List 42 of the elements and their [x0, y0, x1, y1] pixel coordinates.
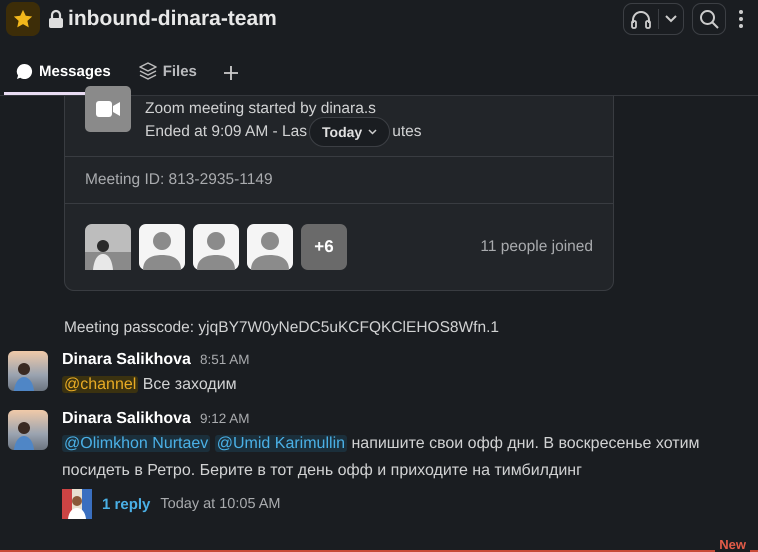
huddle-button[interactable]: [623, 3, 684, 35]
reply-count-link[interactable]: 1 reply: [102, 496, 150, 512]
message-text: @channel Все заходим: [62, 375, 238, 395]
message-text: @Olimkhon Nurtaev @Umid Karimullin напишите свои офф дни. В воскресенье хотим посидеть в Ретро. Берите в тот день офф и приходите на тимбилдинг: [62, 434, 701, 481]
video-camera-icon: [96, 101, 120, 117]
star-icon: [12, 8, 34, 30]
more-vertical-icon: [738, 9, 744, 29]
chevron-down-icon: [368, 129, 378, 135]
plus-icon: [222, 64, 239, 80]
mention-link[interactable]: @Olimkhon Nurtaev: [62, 435, 210, 452]
date-jump-button[interactable]: Today: [309, 117, 390, 147]
workspace-logo[interactable]: [6, 2, 40, 36]
last-reply-time: Today at 10:05 AM: [160, 496, 280, 512]
author-name[interactable]: Dinara Salikhova: [62, 351, 191, 369]
avatar-photo: [8, 410, 48, 450]
default-avatar-icon: [139, 224, 185, 270]
reply-avatars-icon: [62, 489, 92, 519]
more-participants-badge: +6: [301, 224, 347, 270]
mention-link[interactable]: @Umid Karimullin: [214, 435, 348, 452]
channel-name: inbound-dinara-team: [68, 7, 277, 31]
default-avatar-icon: [193, 224, 239, 270]
chevron-down-icon: [665, 15, 677, 23]
layers-icon: [138, 62, 157, 80]
message-time[interactable]: 9:12 AM: [200, 411, 250, 426]
avatar-photo: [8, 351, 48, 391]
chat-bubble-icon: [16, 62, 33, 80]
new-messages-label: New: [715, 538, 750, 552]
meeting-title: Zoom meeting started by dinara.s: [145, 99, 377, 119]
mention-link[interactable]: @channel: [62, 376, 138, 393]
search-icon: [699, 9, 719, 29]
headphones-icon: [630, 9, 652, 29]
meeting-id: Meeting ID: 813-2935-1149: [65, 157, 613, 204]
message-time[interactable]: 8:51 AM: [200, 352, 250, 367]
search-button[interactable]: [692, 3, 726, 35]
participant-photo: [85, 224, 131, 270]
default-avatar-icon: [247, 224, 293, 270]
tab[interactable]: Files: [126, 50, 209, 95]
meeting-status: Ended at 9:09 AM - Las: [145, 122, 307, 142]
joined-count: 11 people joined: [480, 238, 593, 256]
meeting-passcode: Meeting passcode: yjqBY7W0yNeDC5uKCFQKClEHOS8Wfn.1: [64, 319, 500, 337]
meeting-status: utes: [392, 122, 422, 142]
author-name[interactable]: Dinara Salikhova: [62, 410, 191, 428]
